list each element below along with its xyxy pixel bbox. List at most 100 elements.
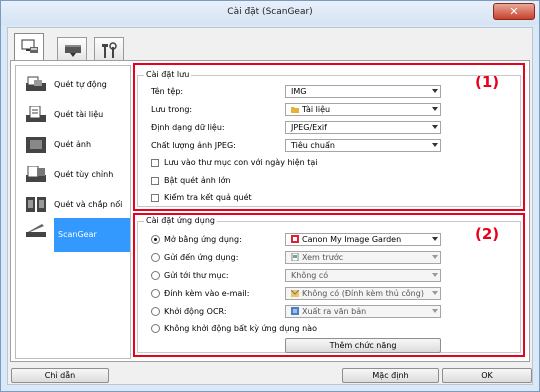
check-results-option[interactable]: Kiểm tra kết quả quét (151, 192, 451, 206)
sidebar-item-photo-scan[interactable]: Quét ảnh (17, 130, 129, 160)
client-area: Quét tự động Quét tài liệu Quét ảnh Quét… (7, 27, 533, 385)
chevron-down-icon (432, 255, 438, 259)
photo-scan-icon (26, 137, 46, 153)
sidebar-item-document-scan[interactable]: Quét tài liệu (17, 100, 129, 130)
attach-email-radio[interactable] (151, 289, 160, 298)
sidebar-item-scangear[interactable]: ScanGear (54, 218, 130, 252)
chevron-down-icon (432, 143, 438, 147)
auto-scan-icon (26, 76, 46, 91)
subfolder-label: Lưu vào thư mục con với ngày hiện tại (164, 158, 318, 167)
jpeg-quality-row: Chất lượng ảnh JPEG: Tiêu chuẩn (151, 139, 511, 153)
chevron-down-icon (432, 107, 438, 111)
jpeg-quality-select[interactable]: Tiêu chuẩn (285, 139, 441, 152)
tab-general-settings[interactable] (94, 37, 124, 61)
open-with-app-select[interactable]: Canon My Image Garden (285, 233, 441, 246)
jpeg-quality-value: Tiêu chuẩn (291, 141, 335, 150)
send-to-app-row[interactable]: Gửi đến ứng dụng: Xem trước (151, 251, 511, 265)
email-icon (290, 289, 300, 297)
save-in-value: Tài liệu (302, 105, 331, 114)
sidebar-item-label: Quét tài liệu (54, 110, 104, 119)
document-scan-icon (26, 106, 46, 122)
scangear-icon (26, 224, 46, 237)
sidebar-item-custom-scan[interactable]: Quét tùy chỉnh (17, 160, 129, 190)
open-with-app-row[interactable]: Mở bằng ứng dụng: Canon My Image Garden (151, 233, 511, 247)
ok-button[interactable]: OK (442, 368, 532, 383)
start-ocr-row[interactable]: Khởi động OCR: Xuất ra văn bản (151, 305, 511, 319)
send-to-folder-select[interactable]: Không có (285, 269, 441, 282)
custom-scan-icon (26, 166, 46, 182)
ocr-text-icon (291, 307, 299, 315)
sidebar-item-label: ScanGear (58, 230, 97, 239)
chevron-down-icon (432, 309, 438, 313)
file-name-row: Tên tệp: IMG (151, 85, 511, 99)
computer-scanner-icon (21, 39, 38, 53)
save-settings-highlight: (1) Cài đặt lưu Tên tệp: IMG Lưu trong: … (133, 63, 525, 211)
tools-icon (102, 42, 117, 58)
subfolder-option[interactable]: Lưu vào thư mục con với ngày hiện tại (151, 157, 451, 171)
sidebar-item-label: Quét và chắp nối (54, 200, 123, 209)
subfolder-checkbox[interactable] (151, 159, 159, 167)
data-format-value: JPEG/Exif (291, 123, 327, 132)
no-app-row[interactable]: Không khởi động bất kỳ ứng dụng nào (151, 322, 451, 336)
folder-icon (291, 106, 299, 113)
large-scan-label: Bật quét ảnh lớn (164, 176, 231, 185)
check-results-label: Kiểm tra kết quả quét (164, 193, 252, 202)
settings-panel: Quét tự động Quét tài liệu Quét ảnh Quét… (10, 60, 530, 362)
attach-email-select[interactable]: Không có (Đính kèm thủ công) (285, 287, 441, 300)
send-to-app-radio[interactable] (151, 253, 160, 262)
save-in-select[interactable]: Tài liệu (285, 103, 441, 116)
file-name-field[interactable]: IMG (285, 85, 441, 98)
tab-scan-from-computer[interactable] (14, 33, 44, 62)
close-button[interactable]: ✕ (493, 3, 535, 20)
more-functions-button[interactable]: Thêm chức năng (285, 338, 441, 353)
scan-type-sidebar: Quét tự động Quét tài liệu Quét ảnh Quét… (15, 65, 131, 359)
window-title: Cài đặt (ScanGear) (227, 7, 313, 17)
defaults-button[interactable]: Mặc định (342, 368, 439, 383)
stitch-scan-icon (26, 197, 46, 212)
data-format-select[interactable]: JPEG/Exif (285, 121, 441, 134)
app-settings-highlight: (2) Cài đặt ứng dụng Mở bằng ứng dụng: C… (133, 213, 525, 357)
file-name-label: Tên tệp: (151, 87, 184, 96)
app-settings-group: Cài đặt ứng dụng Mở bằng ứng dụng: Canon… (137, 216, 521, 353)
large-scan-option[interactable]: Bật quét ảnh lớn (151, 175, 451, 189)
data-format-label: Định dạng dữ liệu: (151, 123, 225, 132)
chevron-down-icon (432, 125, 438, 129)
save-settings-title: Cài đặt lưu (144, 70, 192, 79)
send-to-app-value: Xem trước (302, 253, 344, 262)
chevron-down-icon (432, 291, 438, 295)
send-to-folder-label: Gửi tới thư mục: (164, 271, 229, 280)
save-settings-group: Cài đặt lưu Tên tệp: IMG Lưu trong: Tài … (137, 70, 521, 207)
image-garden-icon (291, 235, 299, 243)
help-button[interactable]: Chỉ dẫn (11, 368, 109, 383)
chevron-down-icon (432, 273, 438, 277)
title-bar: Cài đặt (ScanGear) ✕ (1, 1, 539, 25)
open-with-app-radio[interactable] (151, 235, 160, 244)
no-app-radio[interactable] (151, 324, 160, 333)
start-ocr-select[interactable]: Xuất ra văn bản (285, 305, 441, 318)
save-in-row: Lưu trong: Tài liệu (151, 103, 511, 117)
send-to-app-select[interactable]: Xem trước (285, 251, 441, 264)
send-to-folder-row[interactable]: Gửi tới thư mục: Không có (151, 269, 511, 283)
check-results-checkbox[interactable] (151, 194, 159, 202)
large-scan-checkbox[interactable] (151, 177, 159, 185)
send-to-folder-radio[interactable] (151, 271, 160, 280)
open-with-app-value: Canon My Image Garden (302, 235, 402, 244)
jpeg-quality-label: Chất lượng ảnh JPEG: (151, 141, 236, 150)
tab-scan-from-operation-panel[interactable] (57, 37, 87, 61)
send-to-app-label: Gửi đến ứng dụng: (164, 253, 239, 262)
attach-email-value: Không có (Đính kèm thủ công) (302, 289, 424, 298)
send-to-folder-value: Không có (291, 271, 329, 280)
sidebar-item-stitch-scan[interactable]: Quét và chắp nối (17, 190, 129, 220)
attach-email-label: Đính kèm vào e-mail: (164, 289, 250, 298)
sidebar-item-label: Quét tùy chỉnh (54, 170, 114, 179)
data-format-row: Định dạng dữ liệu: JPEG/Exif (151, 121, 511, 135)
sidebar-item-auto-scan[interactable]: Quét tự động (17, 70, 129, 100)
chevron-down-icon (432, 89, 438, 93)
start-ocr-radio[interactable] (151, 307, 160, 316)
app-settings-title: Cài đặt ứng dụng (144, 216, 217, 225)
attach-email-row[interactable]: Đính kèm vào e-mail: Không có (Đính kèm … (151, 287, 511, 301)
start-ocr-label: Khởi động OCR: (164, 307, 227, 316)
scanner-icon (65, 45, 81, 57)
chevron-down-icon (432, 237, 438, 241)
sidebar-item-label: Quét ảnh (54, 140, 92, 149)
